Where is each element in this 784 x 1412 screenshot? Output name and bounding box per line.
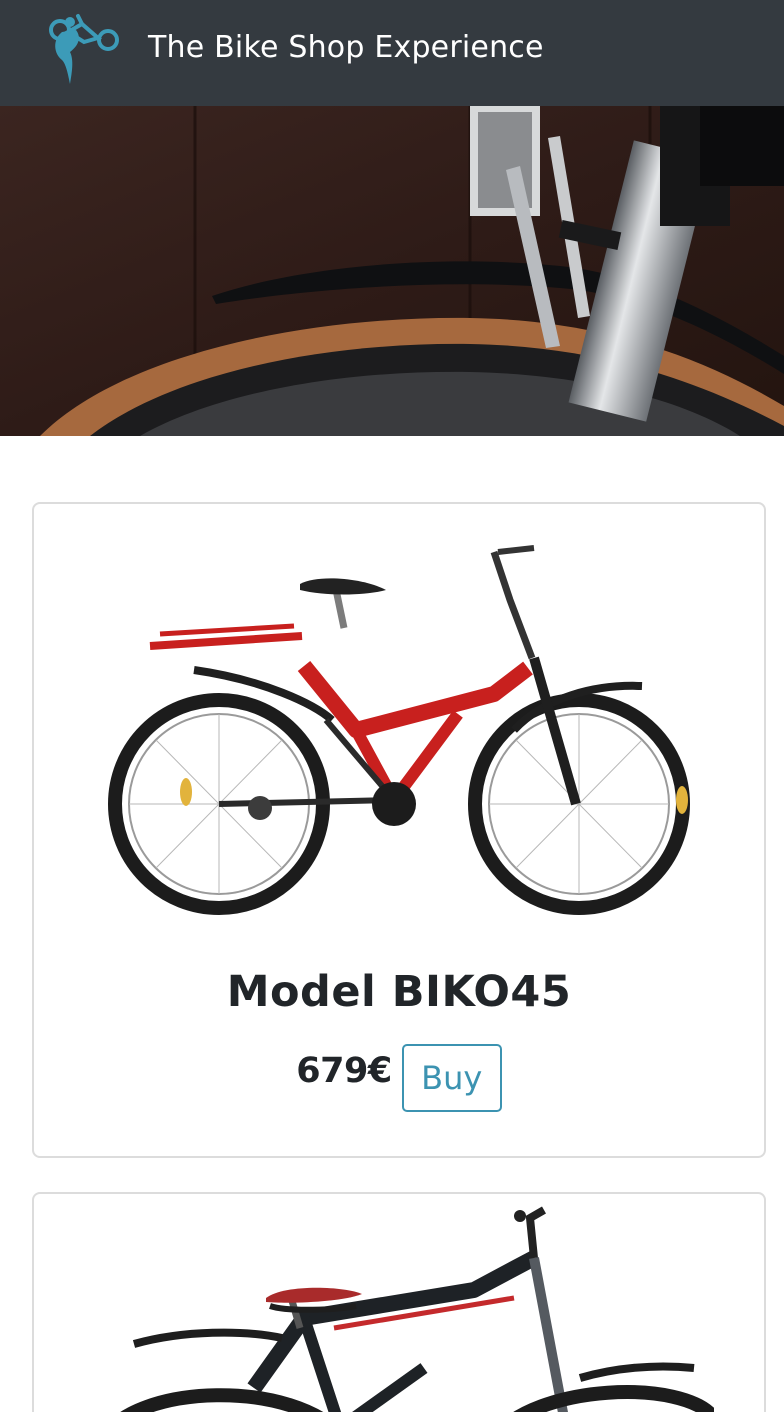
bike-front-wheel-photo bbox=[0, 106, 784, 436]
hero-banner bbox=[0, 106, 784, 436]
site-title[interactable]: The Bike Shop Experience bbox=[148, 28, 544, 68]
product-image[interactable] bbox=[94, 508, 714, 920]
navbar: The Bike Shop Experience bbox=[0, 0, 784, 106]
product-card: Model BIKO45 679€ Buy bbox=[32, 502, 766, 1158]
product-name: Model BIKO45 bbox=[226, 967, 572, 1017]
product-image[interactable] bbox=[94, 1198, 714, 1412]
product-card bbox=[32, 1192, 766, 1412]
price-row: 679€ Buy bbox=[34, 1044, 764, 1112]
cyclist-logo-icon[interactable] bbox=[48, 10, 124, 90]
product-price: 679€ bbox=[296, 1051, 392, 1091]
buy-button[interactable]: Buy bbox=[401, 1044, 502, 1112]
